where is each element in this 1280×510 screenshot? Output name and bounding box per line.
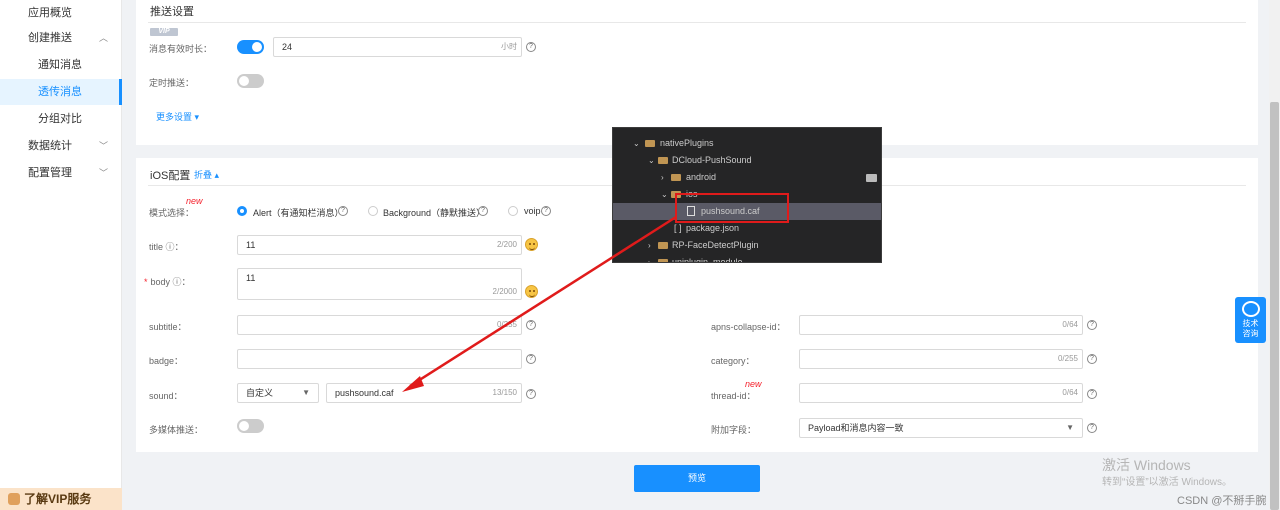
csdn-watermark: CSDN @不掰手腕 [1177,495,1267,507]
arrow-head [402,376,424,392]
windows-activation-title: 激活 Windows [1102,457,1191,473]
annotation-arrow [402,215,677,392]
arrow-line [409,215,677,388]
windows-activation-hint: 转到“设置”以激活 Windows。 [1102,477,1233,488]
